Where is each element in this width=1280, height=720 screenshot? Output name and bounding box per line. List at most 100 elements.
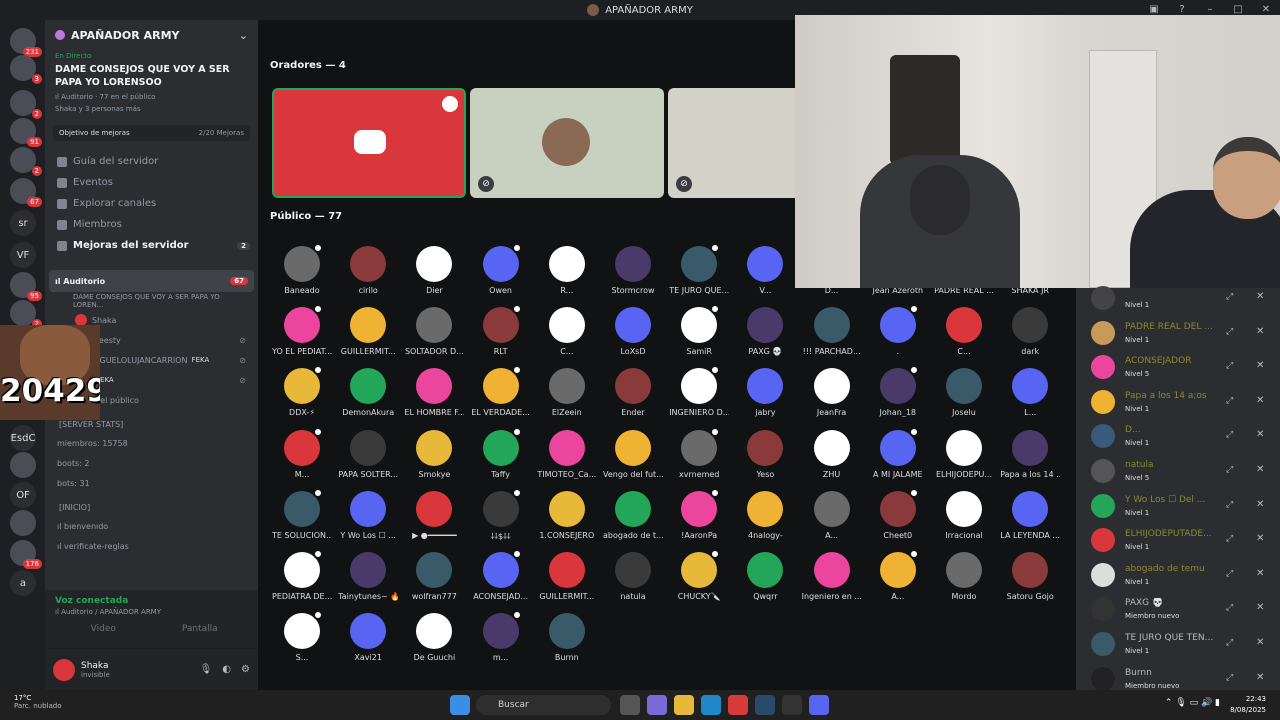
clock[interactable]: 22:43 8/08/2025 xyxy=(1230,694,1266,716)
server-icon[interactable]: a xyxy=(10,570,36,596)
audience-member[interactable]: Qwqrr xyxy=(735,552,795,601)
connection-path[interactable]: ıl Auditorio / APAÑADOR ARMY xyxy=(55,608,248,616)
audience-list-item[interactable]: D... Nivel 1 ⤢ ✕ xyxy=(1086,420,1276,454)
audience-member[interactable]: S... xyxy=(272,610,332,662)
audience-member[interactable]: A MI JALAME xyxy=(868,426,928,479)
server-icon[interactable]: sr xyxy=(10,210,36,236)
audience-member[interactable]: JeanFra xyxy=(802,368,862,417)
audience-member[interactable]: Mordo xyxy=(934,552,994,601)
close-icon[interactable]: ✕ xyxy=(1256,395,1264,406)
close-icon[interactable]: ✕ xyxy=(1256,291,1264,302)
audience-member[interactable]: ELHIJODEPU... xyxy=(934,429,994,479)
audience-member[interactable]: Ingeniero en ... xyxy=(802,552,862,601)
close-icon[interactable]: ✕ xyxy=(1256,360,1264,371)
app-icon[interactable] xyxy=(782,695,802,715)
invite-to-speak-icon[interactable]: ⤢ xyxy=(1226,638,1233,648)
audience-list-item[interactable]: ACONSEJADOR Nivel 5 ⤢ ✕ xyxy=(1086,351,1276,385)
server-icon[interactable]: 176 xyxy=(10,540,42,569)
screen-share-button[interactable]: Pantalla xyxy=(152,624,249,634)
audience-member[interactable]: wolfran777 xyxy=(404,552,464,601)
guild-header[interactable]: APAÑADOR ARMY ⌄ xyxy=(45,20,258,50)
app-icon[interactable] xyxy=(728,695,748,715)
audience-member[interactable]: ACONSEJAD... xyxy=(471,549,531,601)
audience-member[interactable]: R... xyxy=(537,246,597,295)
audience-member[interactable]: ▶ ●━━━━━━ xyxy=(404,490,464,540)
invite-to-speak-icon[interactable]: ⤢ xyxy=(1226,292,1233,302)
audience-member[interactable]: Satoru Gojo xyxy=(1000,552,1060,601)
audience-member[interactable]: jabry xyxy=(735,368,795,417)
folder-icon[interactable] xyxy=(674,695,694,715)
avatar[interactable] xyxy=(53,658,75,681)
boost-goal[interactable]: Objetivo de mejoras 2/20 Mejoras xyxy=(53,125,250,141)
invite-to-speak-icon[interactable]: ⤢ xyxy=(1226,396,1233,406)
audience-member[interactable]: Stormcrow xyxy=(603,246,663,295)
audience-member[interactable]: INGENIERO D... xyxy=(669,365,729,417)
audience-member[interactable]: GUILLERMIT... xyxy=(338,307,398,356)
server-icon[interactable]: OF xyxy=(10,482,36,508)
nav-item[interactable]: Eventos xyxy=(45,172,258,193)
audience-member[interactable]: 4nalogy- xyxy=(735,490,795,540)
server-icon[interactable]: 3 xyxy=(10,55,42,84)
microphone-icon[interactable]: 🎙 xyxy=(200,664,213,675)
speaker-tile[interactable] xyxy=(272,88,466,198)
invite-to-speak-icon[interactable]: ⤢ xyxy=(1226,569,1233,579)
channel-auditorio[interactable]: ıl Auditorio 67 xyxy=(49,270,254,292)
audience-member[interactable]: SamiR xyxy=(669,304,729,356)
system-tray[interactable]: ⌃ 🎙 ▭ 🔊 ▮ xyxy=(1165,698,1220,708)
audience-member[interactable]: C... xyxy=(537,307,597,356)
text-channel[interactable]: ıl verificate-reglas xyxy=(45,536,258,556)
close-icon[interactable]: ✕ xyxy=(1256,533,1264,544)
audience-member[interactable]: A... xyxy=(868,549,928,601)
video-button[interactable]: Video xyxy=(55,624,152,634)
audience-member[interactable]: . xyxy=(868,304,928,356)
audience-member[interactable]: !!! PARCHAD... xyxy=(802,307,862,356)
audience-member[interactable]: RLT xyxy=(471,304,531,356)
category-inicio[interactable]: [inicio] xyxy=(45,493,258,516)
audience-member[interactable]: Smokye xyxy=(404,429,464,479)
audience-member[interactable]: Ender xyxy=(603,368,663,417)
nav-item[interactable]: Mejoras del servidor 2 xyxy=(45,235,258,256)
close-icon[interactable]: ✕ xyxy=(1256,637,1264,648)
stat-channel[interactable]: miembros: 15758 xyxy=(45,433,258,453)
audience-member[interactable]: PAXG 💀 xyxy=(735,307,795,356)
audience-member[interactable]: EL VERDADE... xyxy=(471,365,531,417)
edge-icon[interactable] xyxy=(701,695,721,715)
audience-member[interactable]: TE SOLUCION... xyxy=(272,487,332,540)
invite-to-speak-icon[interactable]: ⤢ xyxy=(1226,327,1233,337)
close-icon[interactable]: ✕ xyxy=(1256,499,1264,510)
audience-member[interactable]: cirilo xyxy=(338,246,398,295)
server-icon[interactable]: 231 xyxy=(10,28,42,57)
audience-member[interactable]: ElZeein xyxy=(537,368,597,417)
server-icon[interactable]: 91 xyxy=(10,118,42,147)
gear-icon[interactable]: ⚙ xyxy=(241,664,250,675)
copilot-icon[interactable] xyxy=(647,695,667,715)
close-icon[interactable]: ✕ xyxy=(1256,568,1264,579)
audience-member[interactable]: TIMOTEO_Ca... xyxy=(537,429,597,479)
audience-member[interactable]: !AaronPa xyxy=(669,487,729,540)
audience-member[interactable]: LA LEYENDA ... xyxy=(1000,490,1060,540)
audience-member[interactable]: Johan_18 xyxy=(868,365,928,417)
audience-list-item[interactable]: Nivel 1 ⤢ ✕ xyxy=(1086,282,1276,316)
audience-member[interactable]: ⸸⸸$⸸⸸ xyxy=(471,487,531,542)
headphones-icon[interactable]: ◐ xyxy=(222,664,231,675)
audience-member[interactable]: A... xyxy=(802,490,862,540)
start-icon[interactable] xyxy=(450,695,470,715)
audience-member[interactable]: Yeso xyxy=(735,429,795,479)
server-icon[interactable]: 95 xyxy=(10,272,42,301)
speaker-tile[interactable]: ⊘ xyxy=(470,88,664,198)
audience-list-item[interactable]: Y Wo Los ☐ Del ... Nivel 1 ⤢ ✕ xyxy=(1086,490,1276,524)
audience-member[interactable]: SOLTADOR D... xyxy=(404,307,464,356)
invite-to-speak-icon[interactable]: ⤢ xyxy=(1226,465,1233,475)
server-icon[interactable]: VF xyxy=(10,242,36,268)
nav-item[interactable]: Miembros xyxy=(45,214,258,235)
audience-member[interactable]: Dier xyxy=(404,246,464,295)
audience-member[interactable]: DemonAkura xyxy=(338,368,398,417)
search-input[interactable]: Buscar xyxy=(476,695,611,715)
audience-list-item[interactable]: Papa a los 14 a;os Nivel 1 ⤢ ✕ xyxy=(1086,386,1276,420)
server-icon[interactable] xyxy=(10,452,36,478)
audience-member[interactable]: abogado de t... xyxy=(603,490,663,540)
audience-member[interactable]: ZHU xyxy=(802,429,862,479)
audience-list-item[interactable]: abogado de temu Nivel 1 ⤢ ✕ xyxy=(1086,559,1276,593)
audience-member[interactable]: V... xyxy=(735,246,795,295)
audience-member[interactable]: Cheet0 xyxy=(868,487,928,540)
